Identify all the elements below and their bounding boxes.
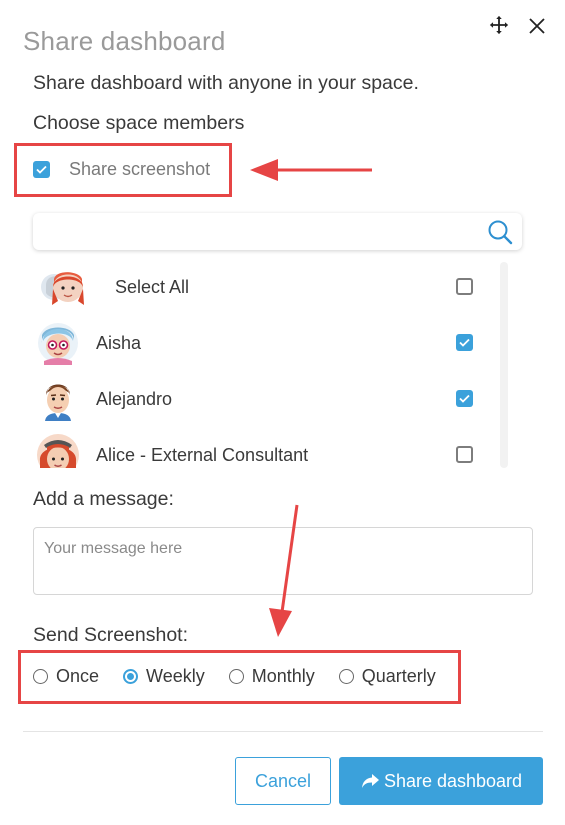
- member-list-scrollbar[interactable]: [500, 262, 508, 468]
- message-label: Add a message:: [33, 488, 174, 510]
- footer-divider: [23, 731, 543, 732]
- move-icon[interactable]: [488, 14, 510, 36]
- member-search-input[interactable]: [43, 219, 473, 244]
- radio-button[interactable]: [338, 668, 354, 684]
- radio-label: Weekly: [146, 665, 205, 686]
- share-screenshot-checkbox[interactable]: Share screenshot: [33, 159, 210, 180]
- checkbox-checked-icon[interactable]: [33, 161, 50, 178]
- man-avatar-icon: [38, 379, 78, 421]
- share-dashboard-dialog: Share dashboard Share dashboard with any…: [0, 0, 565, 825]
- search-icon[interactable]: [486, 218, 514, 246]
- share-button-label: Share dashboard: [383, 770, 523, 791]
- member-name: Aisha: [96, 333, 142, 353]
- dialog-title: Share dashboard: [23, 26, 226, 56]
- close-icon[interactable]: [526, 15, 548, 37]
- share-screenshot-label: Share screenshot: [69, 159, 211, 179]
- radio-label: Monthly: [251, 665, 315, 686]
- member-checkbox[interactable]: [456, 334, 473, 351]
- woman-glasses-avatar-icon: [38, 323, 78, 365]
- choose-members-label: Choose space members: [33, 112, 245, 134]
- group-avatar-icon: [41, 272, 84, 305]
- woman-hat-avatar-icon: [37, 434, 79, 468]
- member-row-alejandro[interactable]: Alejandro: [33, 374, 503, 424]
- share-arrow-icon: [361, 774, 379, 788]
- send-frequency-radio-group: Once Weekly Monthly Quarterly: [33, 662, 460, 690]
- member-checkbox[interactable]: [456, 390, 473, 407]
- radio-monthly[interactable]: Monthly: [228, 665, 315, 687]
- member-name: Select All: [115, 277, 190, 297]
- member-row-aisha[interactable]: Aisha: [33, 318, 503, 368]
- cancel-button[interactable]: Cancel: [235, 757, 331, 805]
- send-screenshot-label: Send Screenshot:: [33, 624, 189, 646]
- radio-button[interactable]: [33, 668, 48, 684]
- dialog-subtitle: Share dashboard with anyone in your spac…: [33, 72, 419, 94]
- radio-button[interactable]: [228, 668, 244, 684]
- radio-label: Once: [56, 665, 100, 686]
- member-search-box: [33, 213, 522, 250]
- member-list: Select All Aisha Alejandro Alice - Exter…: [33, 262, 503, 468]
- radio-quarterly[interactable]: Quarterly: [338, 665, 436, 687]
- member-name: Alejandro: [96, 389, 173, 409]
- radio-label: Quarterly: [361, 665, 436, 686]
- radio-once[interactable]: Once: [33, 666, 99, 687]
- radio-weekly[interactable]: Weekly: [123, 666, 205, 687]
- member-row-select-all[interactable]: Select All: [33, 262, 503, 312]
- radio-selected-icon[interactable]: [123, 668, 139, 684]
- member-name: Alice - External Consultant: [96, 445, 309, 465]
- share-dashboard-button[interactable]: Share dashboard: [339, 757, 543, 805]
- member-row-alice[interactable]: Alice - External Consultant: [33, 430, 503, 468]
- message-input[interactable]: [33, 527, 533, 595]
- arrow-to-share-screenshot: [250, 159, 372, 181]
- member-checkbox[interactable]: [456, 278, 473, 295]
- member-checkbox[interactable]: [456, 446, 473, 463]
